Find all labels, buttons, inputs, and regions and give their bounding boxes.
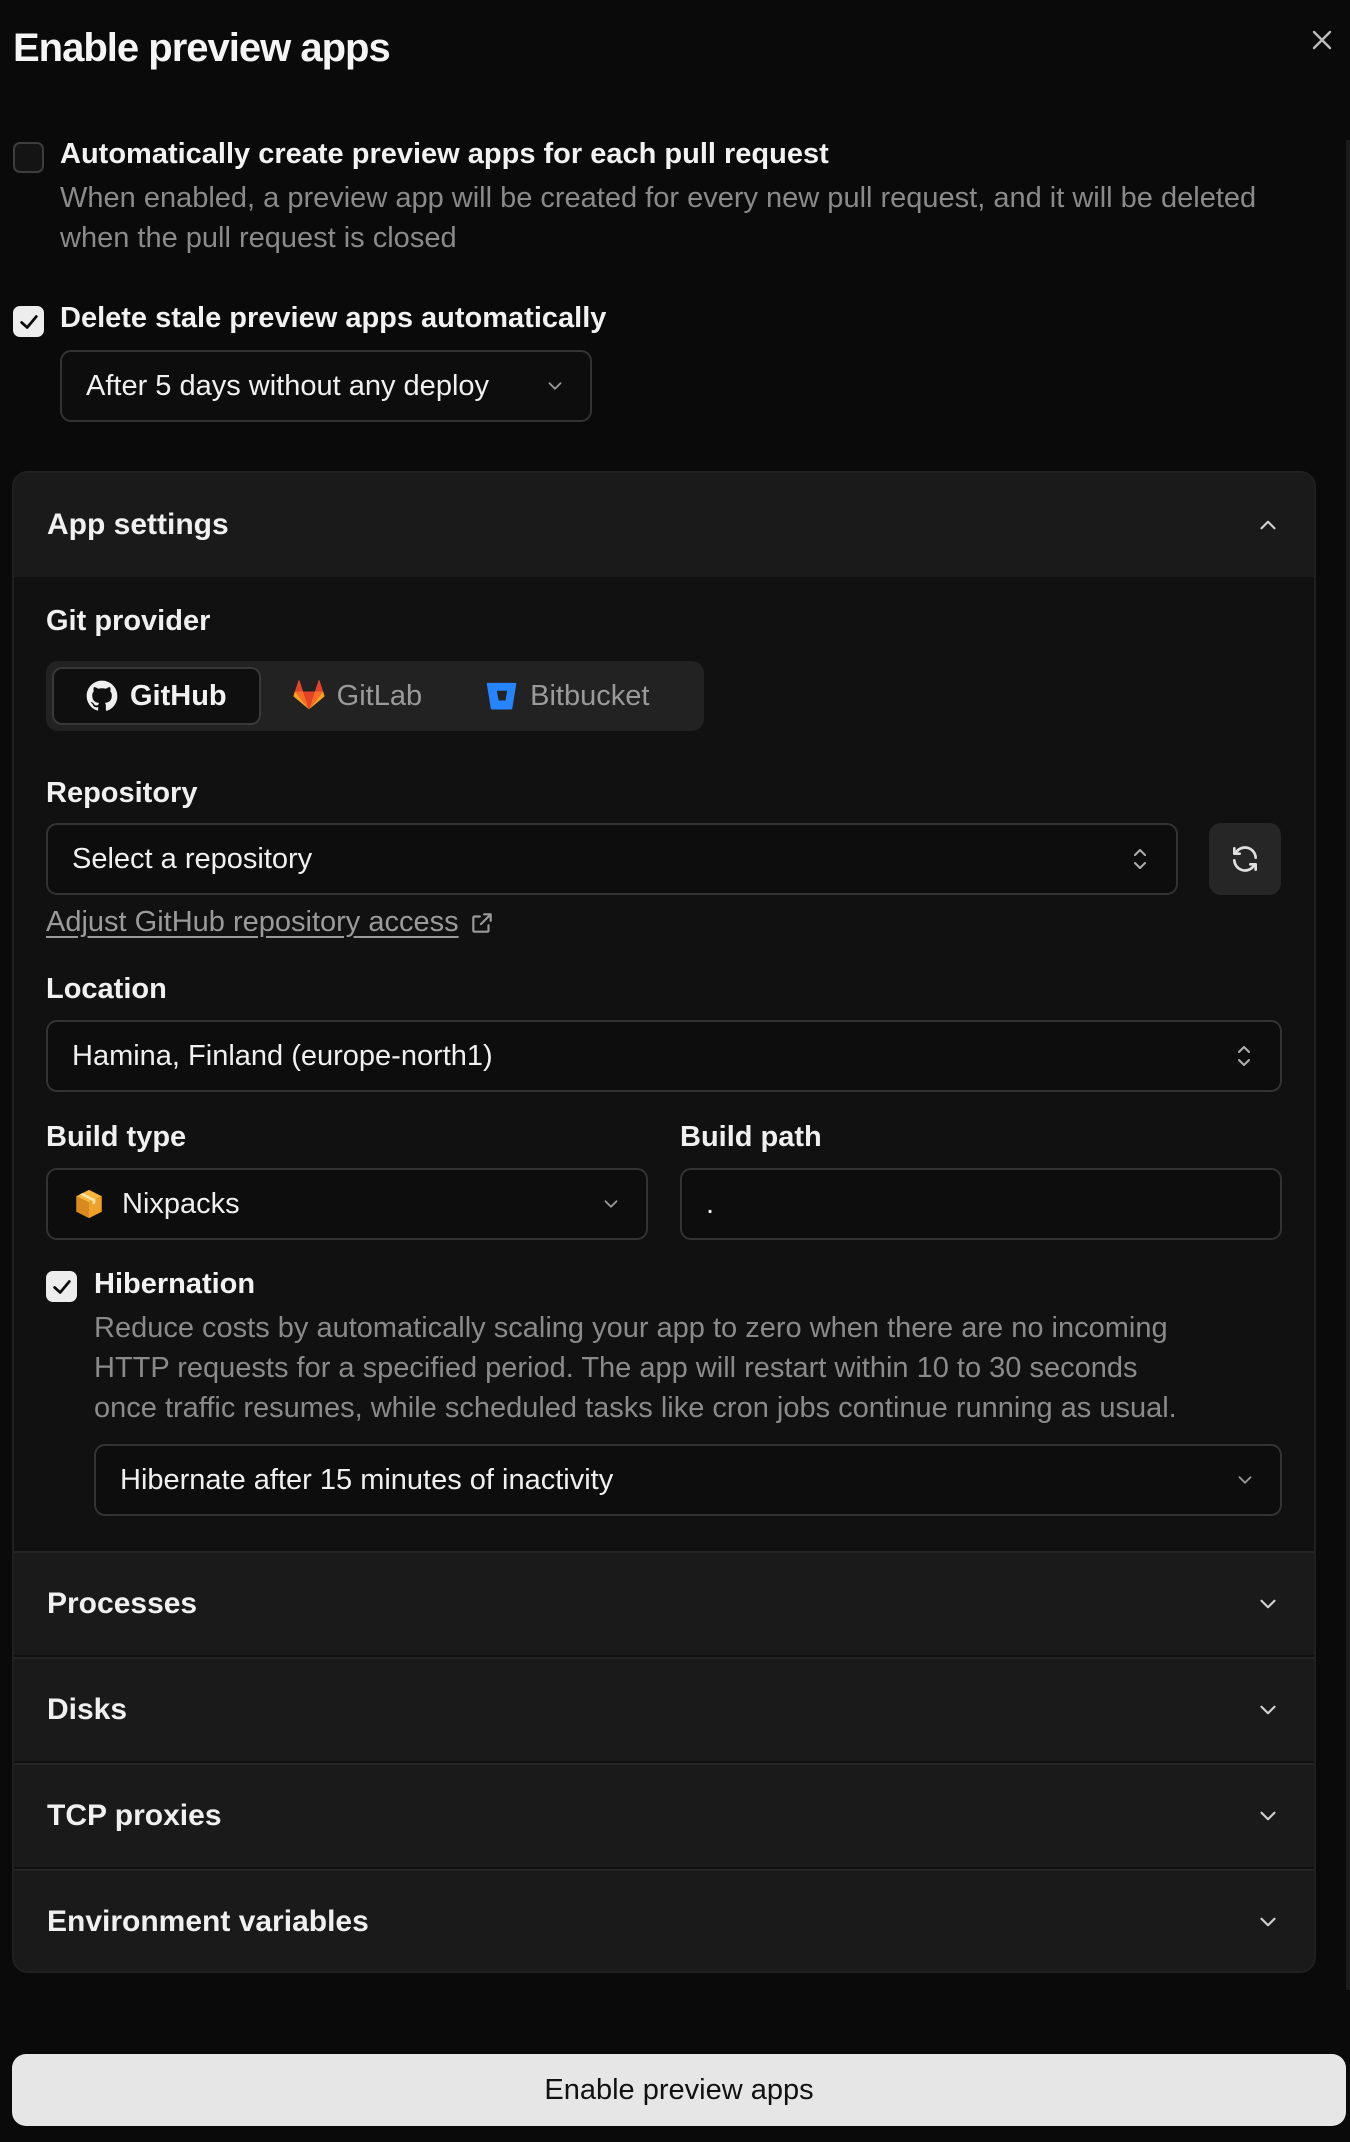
section-environment-variables-label: Environment variables — [47, 1905, 369, 1938]
git-provider-github[interactable]: GitHub — [52, 667, 261, 725]
auto-create-label: Automatically create preview apps for ea… — [60, 138, 829, 170]
git-provider-gitlab[interactable]: GitLab — [261, 667, 454, 725]
build-path-input[interactable] — [680, 1168, 1282, 1240]
app-settings-header[interactable]: App settings — [14, 473, 1314, 577]
git-provider-label: Git provider — [46, 605, 211, 637]
stale-period-value: After 5 days without any deploy — [86, 369, 490, 402]
git-provider-github-label: GitHub — [130, 679, 227, 712]
build-type-select[interactable]: Nixpacks — [46, 1168, 648, 1240]
section-tcp-proxies-label: TCP proxies — [47, 1799, 222, 1832]
section-disks[interactable]: Disks — [14, 1657, 1314, 1761]
close-button[interactable] — [1304, 22, 1340, 58]
git-provider-bitbucket[interactable]: Bitbucket — [454, 667, 681, 725]
section-tcp-proxies[interactable]: TCP proxies — [14, 1763, 1314, 1867]
app-settings-title: App settings — [47, 508, 229, 541]
repository-label: Repository — [46, 777, 198, 809]
github-icon — [86, 680, 118, 711]
chevron-up-down-icon — [1238, 1046, 1250, 1066]
chevron-down-icon — [1260, 1599, 1276, 1609]
chevron-down-icon — [548, 382, 562, 390]
dialog-title: Enable preview apps — [13, 26, 391, 70]
close-icon — [1312, 30, 1332, 50]
location-select[interactable]: Hamina, Finland (europe-north1) — [46, 1020, 1282, 1092]
hibernation-description-line3: once traffic resumes, while scheduled ta… — [94, 1392, 1177, 1424]
git-provider-switcher: GitHub GitLab Bitbucket — [46, 661, 704, 731]
repository-select[interactable]: Select a repository — [46, 823, 1178, 895]
hibernation-description-line1: Reduce costs by automatically scaling yo… — [94, 1312, 1168, 1344]
check-icon — [19, 314, 38, 329]
section-processes-label: Processes — [47, 1587, 198, 1620]
package-icon — [76, 1189, 102, 1219]
auto-create-description-line1: When enabled, a preview app will be crea… — [60, 182, 1257, 214]
chevron-down-icon — [604, 1200, 618, 1208]
chevron-up-down-icon — [1134, 849, 1146, 869]
build-path-label: Build path — [680, 1121, 822, 1153]
chevron-down-icon — [1260, 1811, 1276, 1821]
auto-create-description-line2: when the pull request is closed — [60, 222, 457, 254]
git-provider-bitbucket-label: Bitbucket — [530, 679, 650, 712]
external-link-icon — [471, 912, 492, 933]
chevron-down-icon — [1238, 1476, 1252, 1484]
build-type-value: Nixpacks — [122, 1187, 240, 1220]
section-disks-label: Disks — [47, 1693, 128, 1726]
auto-create-checkbox[interactable] — [13, 142, 44, 173]
hibernation-period-value: Hibernate after 15 minutes of inactivity — [120, 1463, 614, 1496]
chevron-down-icon — [1260, 1917, 1276, 1927]
hibernation-description-line2: HTTP requests for a specified period. Th… — [94, 1352, 1138, 1384]
section-processes[interactable]: Processes — [14, 1551, 1314, 1655]
chevron-down-icon — [1260, 1705, 1276, 1715]
chevron-up-icon — [1260, 520, 1276, 530]
refresh-icon — [1233, 846, 1257, 872]
hibernation-checkbox[interactable] — [46, 1271, 77, 1302]
location-label: Location — [46, 973, 167, 1005]
adjust-repository-access-link[interactable]: Adjust GitHub repository access — [46, 906, 495, 939]
stale-period-select[interactable]: After 5 days without any deploy — [60, 350, 592, 422]
location-value: Hamina, Finland (europe-north1) — [72, 1039, 493, 1072]
section-environment-variables[interactable]: Environment variables — [14, 1869, 1314, 1971]
adjust-repository-access-text: Adjust GitHub repository access — [46, 906, 459, 938]
repository-placeholder: Select a repository — [72, 842, 313, 875]
git-provider-gitlab-label: GitLab — [336, 679, 423, 712]
bitbucket-icon — [486, 682, 517, 710]
build-type-label: Build type — [46, 1121, 187, 1153]
enable-preview-apps-button[interactable]: Enable preview apps — [12, 2054, 1346, 2126]
hibernation-period-select[interactable]: Hibernate after 15 minutes of inactivity — [94, 1444, 1282, 1516]
gitlab-icon — [293, 680, 325, 710]
delete-stale-label: Delete stale preview apps automatically — [60, 302, 607, 334]
delete-stale-checkbox[interactable] — [13, 306, 44, 337]
refresh-repositories-button[interactable] — [1209, 823, 1281, 895]
check-icon — [52, 1279, 71, 1294]
scrollbar-track[interactable] — [1346, 140, 1350, 1990]
hibernation-label: Hibernation — [94, 1268, 256, 1300]
